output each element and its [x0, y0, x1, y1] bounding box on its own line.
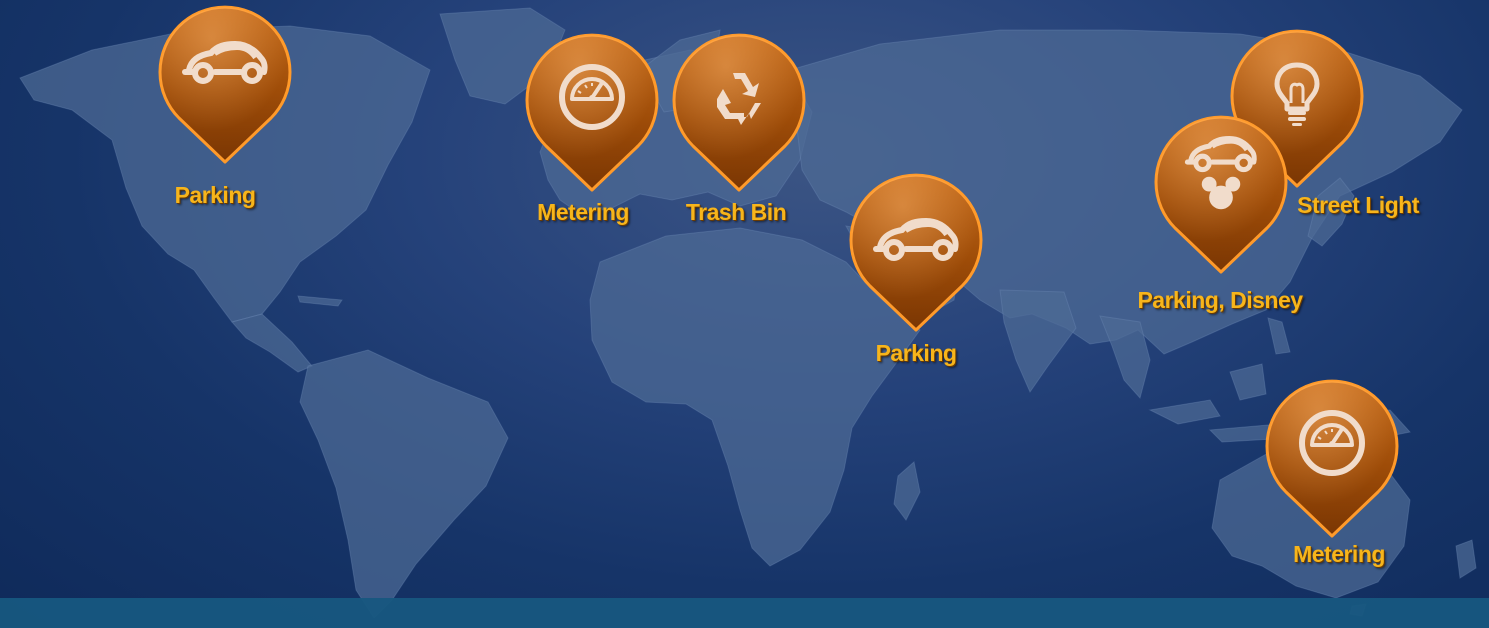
- map-pin-shape: [1265, 376, 1399, 540]
- map-pin-label: Street Light: [1297, 192, 1419, 218]
- map-pin-shape: [525, 30, 659, 194]
- map-pin-label: Parking, Disney: [1137, 287, 1303, 313]
- map-pin-label: Trash Bin: [685, 199, 787, 225]
- map-pin-metering-europe[interactable]: [525, 30, 659, 194]
- map-pin-label: Parking: [875, 340, 957, 366]
- map-pin-label: Metering: [1293, 541, 1385, 567]
- map-pin-trash-bin-europe[interactable]: [672, 30, 806, 194]
- map-pin-label: Parking: [174, 182, 256, 208]
- map-pin-shape: [672, 30, 806, 194]
- world-map: Parking Metering Trash Bin Parking Stree…: [0, 0, 1489, 628]
- map-pin-metering-australia[interactable]: [1265, 376, 1399, 540]
- map-pin-parking-disney-china[interactable]: [1154, 112, 1288, 276]
- map-pin-shape: [849, 170, 983, 334]
- map-pin-shape: [158, 2, 292, 166]
- map-pin-parking-north-america[interactable]: [158, 2, 292, 166]
- map-pin-shape: [1154, 112, 1288, 276]
- map-pin-label: Metering: [537, 199, 629, 225]
- bottom-band: [0, 598, 1489, 628]
- map-pin-parking-middle-east[interactable]: [849, 170, 983, 334]
